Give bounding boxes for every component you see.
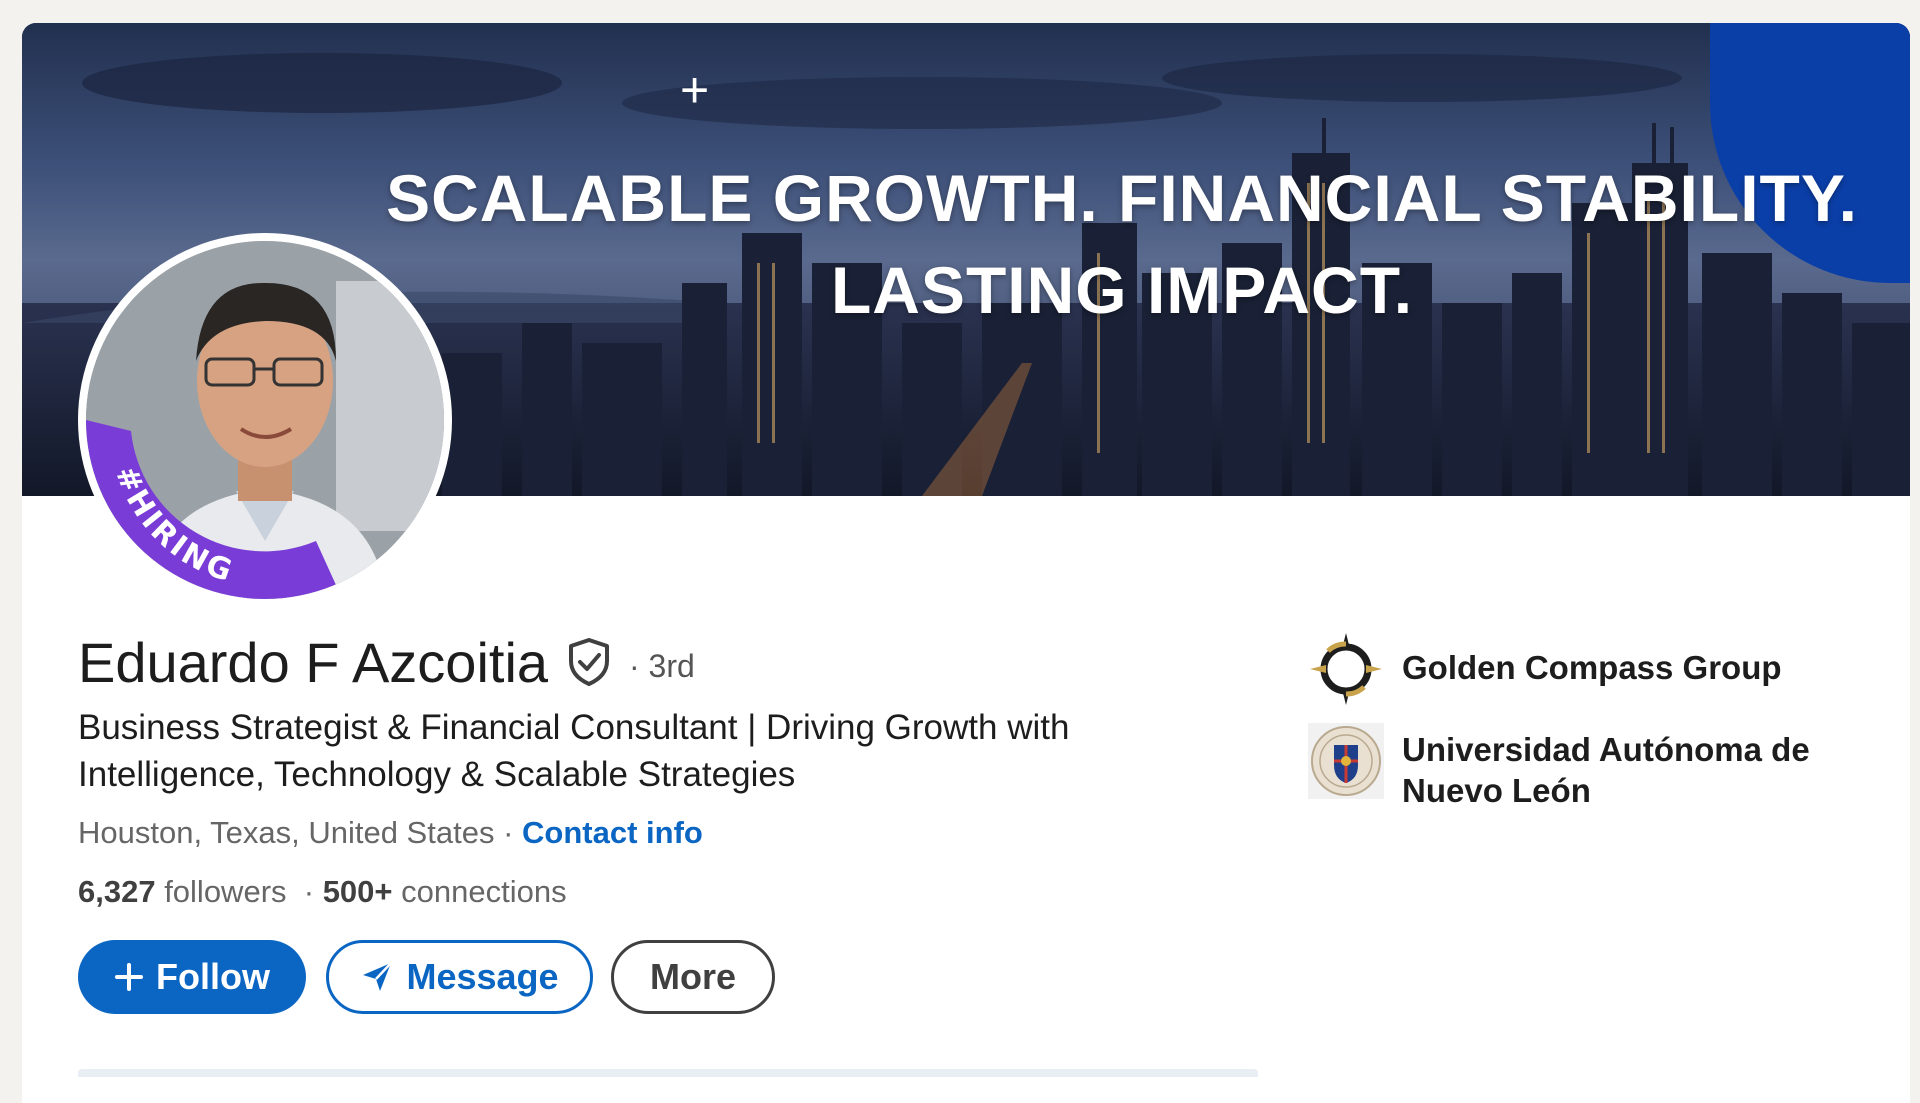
profile-name: Eduardo F Azcoitia: [78, 631, 549, 694]
more-button-label: More: [649, 956, 736, 997]
next-section-edge: [78, 1069, 1258, 1077]
connection-degree: · 3rd: [629, 648, 695, 684]
banner-plus-icon: +: [680, 62, 710, 118]
stats-row: 6,327 followers · 500+ connections: [78, 874, 567, 910]
current-company-link[interactable]: Golden Compass Group: [1308, 631, 1852, 707]
location-row: Houston, Texas, United States · Contact …: [78, 815, 703, 851]
hiring-frame: #HIRING: [86, 420, 336, 599]
profile-photo-image: #HIRING: [86, 241, 444, 599]
connections-separator: ·: [286, 874, 323, 909]
profile-card: + SCALABLE GROWTH. FINANCIAL STABILITY. …: [22, 23, 1910, 1103]
followers-count: 6,327: [78, 874, 156, 909]
university-crest-icon: [1308, 723, 1384, 799]
profile-headline: Business Strategist & Financial Consulta…: [78, 708, 1070, 794]
message-button[interactable]: Message: [326, 940, 593, 1014]
contact-info-link[interactable]: Contact info: [522, 815, 703, 850]
verified-shield-icon[interactable]: [565, 637, 613, 692]
university-name: Universidad Autónoma de Nuevo León: [1402, 731, 1810, 809]
profile-location: Houston, Texas, United States: [78, 815, 495, 850]
message-button-label: Message: [406, 956, 559, 997]
followers-label: followers: [155, 874, 287, 909]
follow-button[interactable]: Follow: [78, 940, 306, 1014]
plus-icon: [114, 962, 144, 992]
banner-headline-line2: LASTING IMPACT.: [830, 253, 1414, 327]
location-separator: ·: [494, 815, 523, 850]
company-name: Golden Compass Group: [1402, 649, 1782, 686]
send-icon: [360, 960, 394, 994]
banner-headline-line1: SCALABLE GROWTH. FINANCIAL STABILITY.: [386, 161, 1858, 235]
connections-count[interactable]: 500+: [323, 874, 393, 909]
more-button[interactable]: More: [611, 940, 775, 1014]
compass-logo-icon: [1308, 631, 1384, 707]
connections-label[interactable]: connections: [393, 874, 566, 909]
education-link[interactable]: Universidad Autónoma de Nuevo León: [1308, 723, 1852, 811]
profile-photo[interactable]: #HIRING: [78, 233, 452, 607]
follow-button-label: Follow: [156, 956, 270, 997]
